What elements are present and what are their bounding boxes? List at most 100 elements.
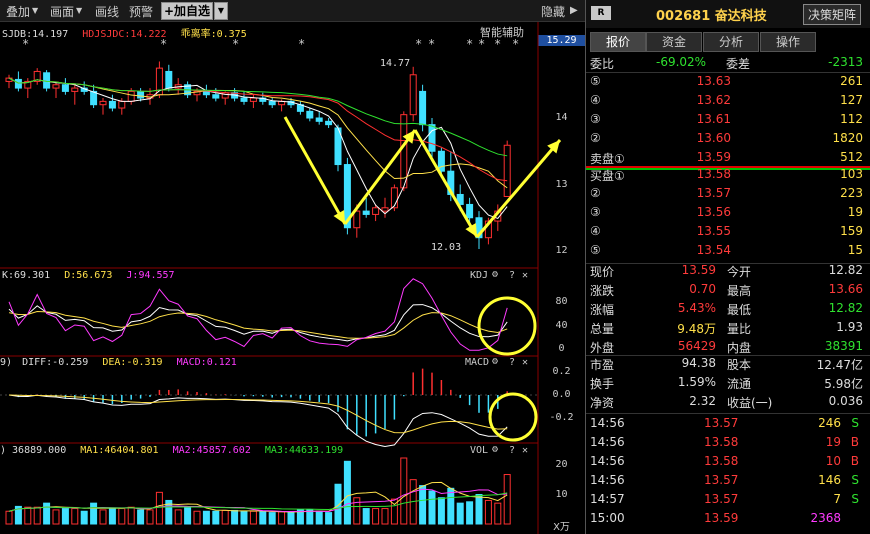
volume-bar <box>249 510 257 525</box>
ask-row: ④ 13.62 127 <box>586 92 870 111</box>
volume-bar <box>202 510 210 525</box>
candle-body <box>372 207 380 215</box>
trade-volume: 246 <box>818 416 841 430</box>
trade-volume: 2368 <box>810 511 841 525</box>
trade-time: 15:00 <box>590 511 625 525</box>
volume-bar <box>353 497 361 525</box>
trade-row: 14:56 13.58 19 B <box>586 434 870 453</box>
bid-row: 买盘① 13.58 103 <box>586 166 870 185</box>
ask-price: 13.62 <box>696 93 731 107</box>
bid-row: ② 13.57 223 <box>586 185 870 204</box>
overlay-menu[interactable]: 叠加 <box>6 3 30 20</box>
hide-button[interactable]: 隐藏 <box>541 3 565 20</box>
volume-bar <box>372 508 380 525</box>
bid-volume: 223 <box>840 186 863 200</box>
candle-body <box>268 100 276 106</box>
quote-row: 市盈 94.38 股本 12.47亿 <box>586 355 870 374</box>
volume-bar <box>71 508 79 525</box>
quote-label: 流通 <box>727 377 752 391</box>
volume-bar <box>127 506 135 525</box>
quote-label: 内盘 <box>727 341 752 355</box>
decision-matrix-button[interactable]: 决策矩阵 <box>802 4 861 25</box>
ask-row: ⑤ 13.63 261 <box>586 73 870 92</box>
candle-body <box>108 100 116 109</box>
volume-bar <box>287 512 295 525</box>
quote-value: 5.43% <box>677 301 716 315</box>
volume-bar <box>437 497 445 525</box>
volume-bar <box>278 511 286 525</box>
bid-volume: 19 <box>847 205 863 219</box>
quote-label: 今开 <box>727 265 752 279</box>
chevron-down-icon[interactable]: ▼ <box>76 6 82 15</box>
quote-label: 涨跌 <box>590 284 615 298</box>
volume-bar <box>155 491 163 525</box>
signal-star: * <box>160 37 167 51</box>
weibi-label: 委比 <box>590 57 615 71</box>
volume-bar <box>5 510 13 525</box>
signal-star: * <box>415 37 422 51</box>
volume-bar <box>315 510 323 525</box>
volume-bar <box>381 508 389 525</box>
candle-body <box>212 94 220 99</box>
candle-body <box>362 210 370 215</box>
tab-operation[interactable]: 操作 <box>760 32 816 52</box>
volume-bar <box>419 485 427 525</box>
volume-bar <box>43 502 51 525</box>
signal-star: * <box>428 37 435 51</box>
trade-time: 14:56 <box>590 435 625 449</box>
volume-bar <box>221 509 229 525</box>
trade-side: S <box>851 492 859 506</box>
quote-value: 9.48万 <box>677 322 716 336</box>
quote-label: 收益(一) <box>727 396 773 410</box>
quote-label: 外盘 <box>590 341 615 355</box>
tab-analysis[interactable]: 分析 <box>703 32 759 52</box>
quote-label: 量比 <box>727 322 752 336</box>
trade-volume: 19 <box>825 435 841 449</box>
ask-price: 13.63 <box>696 74 731 88</box>
quote-value: 0.70 <box>689 282 716 296</box>
trade-row: 14:57 13.57 7 S <box>586 491 870 510</box>
r-badge: R <box>591 6 611 20</box>
tab-quote[interactable]: 报价 <box>590 32 646 52</box>
add-watchlist-button[interactable]: +加自选 <box>161 2 213 20</box>
trade-row: 15:00 13.59 2368 <box>586 510 870 529</box>
candle-body <box>99 100 107 106</box>
candle-body <box>71 87 79 92</box>
chevron-down-icon[interactable]: ▼ <box>32 6 38 15</box>
stock-chart[interactable]: * * * * * * * * * * <box>0 22 585 534</box>
volume-bar <box>428 490 436 525</box>
volume-bar <box>184 506 192 525</box>
quote-value: 12.82 <box>828 263 863 277</box>
quote-label: 换手 <box>590 377 615 391</box>
bid-price: 13.54 <box>696 243 731 257</box>
draw-line-button[interactable]: 画线 <box>95 3 119 20</box>
weibi-value: -69.02% <box>656 55 707 69</box>
quote-label: 总量 <box>590 322 615 336</box>
quote-panel: R 002681 奋达科技 决策矩阵 报价 资金 分析 操作 委比 -69.02… <box>585 0 870 534</box>
candle-body <box>306 110 314 119</box>
volume-bar <box>174 509 182 525</box>
chevron-down-icon[interactable]: ▼ <box>214 2 228 20</box>
quote-label: 现价 <box>590 265 615 279</box>
volume-bar <box>118 508 126 525</box>
ask-price: 13.59 <box>696 150 731 164</box>
volume-bar <box>447 487 455 525</box>
candle-body <box>202 90 210 96</box>
bid-level: 买盘① <box>590 169 625 183</box>
quote-value: 2.32 <box>689 394 716 408</box>
quote-row: 现价 13.59 今开 12.82 <box>586 262 870 281</box>
bid-volume: 15 <box>847 243 863 257</box>
ask-row: ② 13.60 1820 <box>586 130 870 149</box>
trade-time: 14:56 <box>590 454 625 468</box>
ask-level: ② <box>590 131 601 145</box>
tab-funds[interactable]: 资金 <box>646 32 702 52</box>
ask-level: 卖盘① <box>590 152 625 166</box>
volume-bar <box>52 509 60 525</box>
chevron-right-icon[interactable]: ▶ <box>570 5 578 16</box>
volume-bar <box>108 508 116 525</box>
alert-button[interactable]: 预警 <box>129 3 153 20</box>
trade-price: 13.58 <box>704 454 739 468</box>
signal-star: * <box>22 37 29 51</box>
layout-menu[interactable]: 画面 <box>50 3 74 20</box>
ask-row: ③ 13.61 112 <box>586 111 870 130</box>
